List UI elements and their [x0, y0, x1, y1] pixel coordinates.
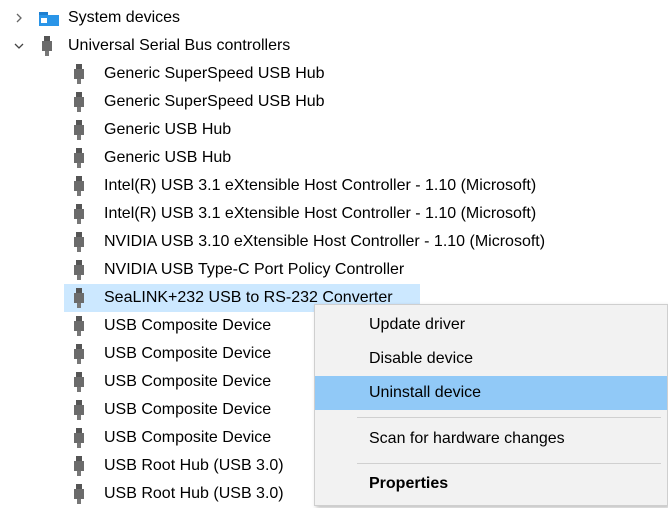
tree-item-usb-device[interactable]: USB Composite Device — [64, 340, 271, 368]
usb-plug-icon — [72, 120, 86, 140]
tree-item-usb-device[interactable]: Generic USB Hub — [64, 144, 231, 172]
usb-plug-icon — [72, 64, 86, 84]
tree-item-label: USB Composite Device — [104, 429, 272, 446]
usb-plug-icon — [72, 92, 86, 112]
tree-item-usb-device[interactable]: NVIDIA USB 3.10 eXtensible Host Controll… — [64, 228, 545, 256]
tree-item-label: USB Composite Device — [104, 345, 272, 362]
menu-item-properties[interactable]: Properties — [315, 467, 667, 501]
tree-item-label: USB Composite Device — [104, 317, 272, 334]
tree-item-usb-device[interactable]: NVIDIA USB Type-C Port Policy Controller — [64, 256, 404, 284]
usb-plug-icon — [72, 204, 86, 224]
usb-plug-icon — [72, 260, 86, 280]
usb-plug-icon — [72, 428, 86, 448]
tree-item-label: USB Root Hub (USB 3.0) — [104, 457, 284, 474]
usb-plug-icon — [72, 288, 86, 308]
usb-plug-icon — [72, 316, 86, 336]
tree-item-usb-device[interactable]: USB Composite Device — [64, 396, 271, 424]
chevron-down-icon[interactable] — [12, 39, 26, 53]
tree-item-usb-device[interactable]: USB Composite Device — [64, 312, 271, 340]
tree-item-label: Generic USB Hub — [104, 149, 232, 166]
menu-item-scan-hardware[interactable]: Scan for hardware changes — [315, 422, 667, 456]
tree-item-label: Intel(R) USB 3.1 eXtensible Host Control… — [104, 177, 537, 194]
usb-plug-icon — [72, 456, 86, 476]
tree-item-usb-device[interactable]: USB Root Hub (USB 3.0) — [64, 480, 284, 508]
tree-item-usb-device[interactable]: USB Composite Device — [64, 424, 271, 452]
tree-item-usb-device[interactable]: Intel(R) USB 3.1 eXtensible Host Control… — [64, 172, 536, 200]
tree-node-label: System devices — [68, 9, 181, 26]
system-devices-folder-icon — [38, 8, 60, 28]
usb-plug-icon — [72, 176, 86, 196]
tree-item-label: Generic SuperSpeed USB Hub — [104, 93, 325, 110]
menu-separator — [357, 463, 661, 464]
tree-item-label: NVIDIA USB 3.10 eXtensible Host Controll… — [104, 233, 546, 250]
tree-item-label: USB Root Hub (USB 3.0) — [104, 485, 284, 502]
usb-plug-icon — [72, 344, 86, 364]
tree-item-label: USB Composite Device — [104, 401, 272, 418]
usb-plug-icon — [72, 232, 86, 252]
tree-item-label: Generic USB Hub — [104, 121, 232, 138]
tree-item-usb-device[interactable]: Generic SuperSpeed USB Hub — [64, 60, 325, 88]
usb-plug-icon — [72, 148, 86, 168]
menu-separator — [357, 417, 661, 418]
tree-item-usb-device[interactable]: USB Composite Device — [64, 368, 271, 396]
context-menu: Update driver Disable device Uninstall d… — [314, 304, 668, 506]
tree-item-label: USB Composite Device — [104, 373, 272, 390]
tree-item-label: Generic SuperSpeed USB Hub — [104, 65, 325, 82]
usb-plug-icon — [72, 372, 86, 392]
menu-item-disable-device[interactable]: Disable device — [315, 342, 667, 376]
tree-item-label: NVIDIA USB Type-C Port Policy Controller — [104, 261, 405, 278]
usb-plug-icon — [40, 36, 54, 56]
tree-item-usb-device[interactable]: Generic USB Hub — [64, 116, 231, 144]
tree-item-usb-device[interactable]: USB Root Hub (USB 3.0) — [64, 452, 284, 480]
tree-node-label: Universal Serial Bus controllers — [68, 37, 291, 54]
tree-item-usb-device[interactable]: Intel(R) USB 3.1 eXtensible Host Control… — [64, 200, 536, 228]
chevron-right-icon[interactable] — [12, 11, 26, 25]
usb-plug-icon — [72, 484, 86, 504]
menu-item-update-driver[interactable]: Update driver — [315, 308, 667, 342]
tree-item-label: Intel(R) USB 3.1 eXtensible Host Control… — [104, 205, 537, 222]
usb-plug-icon — [72, 400, 86, 420]
menu-item-uninstall-device[interactable]: Uninstall device — [315, 376, 667, 410]
tree-item-usb-device[interactable]: Generic SuperSpeed USB Hub — [64, 88, 325, 116]
